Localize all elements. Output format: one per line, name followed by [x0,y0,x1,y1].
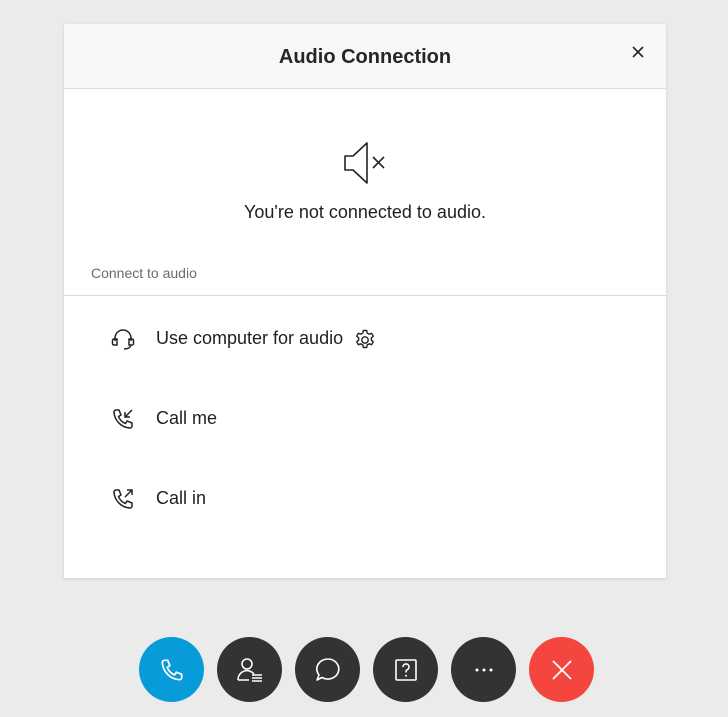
participants-button[interactable] [217,637,282,702]
help-icon [394,658,417,681]
dialog-title: Audio Connection [278,45,452,68]
meeting-toolbar [139,637,594,702]
audio-status: You're not connected to audio. [64,89,666,223]
option-call-in[interactable]: Call in [64,478,666,558]
leave-meeting-button[interactable] [529,637,594,702]
phone-incoming-icon [113,409,133,429]
phone-icon [160,658,183,681]
participants-icon [236,657,262,682]
phone-outgoing-icon [113,489,133,509]
option-call-me[interactable]: Call me [64,398,666,478]
audio-options-list: Use computer for audio Call me Call in [64,296,666,558]
headset-icon [111,329,135,350]
speaker-muted-icon [344,142,385,184]
more-icon [475,668,492,671]
audio-button[interactable] [139,637,204,702]
gear-icon[interactable] [353,328,377,352]
section-label: Connect to audio [91,265,197,281]
chat-icon [315,657,340,681]
option-use-computer-audio[interactable]: Use computer for audio [64,318,666,398]
chat-button[interactable] [295,637,360,702]
option-label: Use computer for audio [156,328,344,348]
close-button[interactable] [624,38,652,66]
end-call-icon [551,659,572,680]
dialog-header: Audio Connection [64,24,666,89]
audio-connection-dialog: Audio Connection You're not connected to… [64,24,666,578]
help-button[interactable] [373,637,438,702]
close-icon [632,46,644,58]
option-label: Call in [156,488,207,508]
status-message: You're not connected to audio. [244,202,486,222]
more-options-button[interactable] [451,637,516,702]
option-label: Call me [156,408,218,428]
